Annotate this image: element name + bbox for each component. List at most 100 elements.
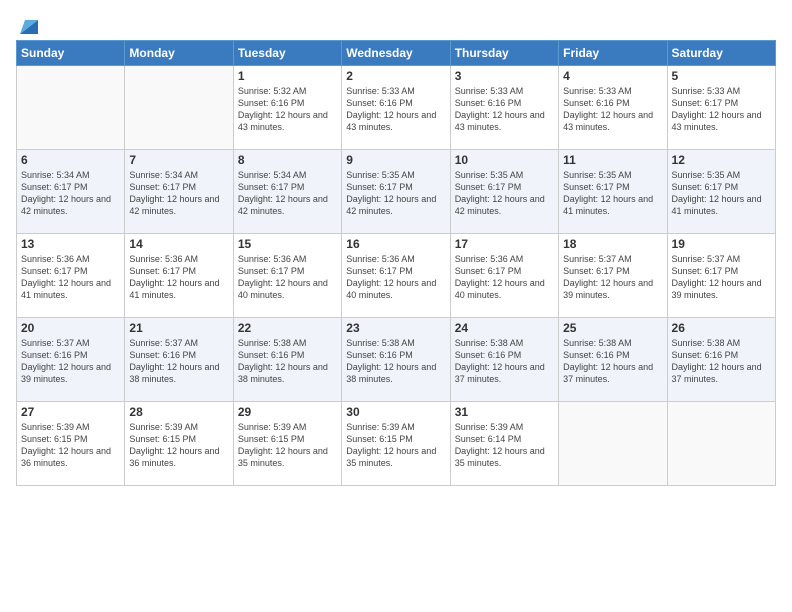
- day-info: Sunrise: 5:33 AM Sunset: 6:16 PM Dayligh…: [563, 86, 656, 132]
- day-number: 24: [455, 321, 554, 335]
- day-number: 28: [129, 405, 228, 419]
- day-cell: [667, 402, 775, 486]
- day-number: 12: [672, 153, 771, 167]
- week-row-3: 20 Sunrise: 5:37 AM Sunset: 6:16 PM Dayli…: [17, 318, 776, 402]
- week-row-2: 13 Sunrise: 5:36 AM Sunset: 6:17 PM Dayli…: [17, 234, 776, 318]
- weekday-header-sunday: Sunday: [17, 41, 125, 66]
- weekday-header-saturday: Saturday: [667, 41, 775, 66]
- day-cell: 15 Sunrise: 5:36 AM Sunset: 6:17 PM Dayli…: [233, 234, 341, 318]
- weekday-header-tuesday: Tuesday: [233, 41, 341, 66]
- day-cell: 7Sunrise: 5:34 AM Sunset: 6:17 PM Daylig…: [125, 150, 233, 234]
- weekday-header-monday: Monday: [125, 41, 233, 66]
- day-cell: 12 Sunrise: 5:35 AM Sunset: 6:17 PM Dayli…: [667, 150, 775, 234]
- day-number: 20: [21, 321, 120, 335]
- day-cell: 21 Sunrise: 5:37 AM Sunset: 6:16 PM Dayli…: [125, 318, 233, 402]
- day-info: Sunrise: 5:33 AM Sunset: 6:16 PM Dayligh…: [455, 86, 548, 132]
- day-cell: 29 Sunrise: 5:39 AM Sunset: 6:15 PM Dayli…: [233, 402, 341, 486]
- day-cell: 8 Sunrise: 5:34 AM Sunset: 6:17 PM Daylig…: [233, 150, 341, 234]
- day-number: 30: [346, 405, 445, 419]
- day-info: Sunrise: 5:38 AM Sunset: 6:16 PM Dayligh…: [455, 338, 548, 384]
- day-number: 16: [346, 237, 445, 251]
- day-info: Sunrise: 5:36 AM Sunset: 6:17 PM Dayligh…: [455, 254, 548, 300]
- day-info: Sunrise: 5:36 AM Sunset: 6:17 PM Dayligh…: [346, 254, 439, 300]
- week-row-1: 6Sunrise: 5:34 AM Sunset: 6:17 PM Daylig…: [17, 150, 776, 234]
- day-info: Sunrise: 5:35 AM Sunset: 6:17 PM Dayligh…: [346, 170, 439, 216]
- day-cell: 16 Sunrise: 5:36 AM Sunset: 6:17 PM Dayli…: [342, 234, 450, 318]
- day-number: 29: [238, 405, 337, 419]
- day-info: Sunrise: 5:38 AM Sunset: 6:16 PM Dayligh…: [238, 338, 331, 384]
- day-info: Sunrise: 5:37 AM Sunset: 6:17 PM Dayligh…: [563, 254, 656, 300]
- day-cell: 22 Sunrise: 5:38 AM Sunset: 6:16 PM Dayli…: [233, 318, 341, 402]
- day-info: Sunrise: 5:35 AM Sunset: 6:17 PM Dayligh…: [563, 170, 656, 216]
- day-number: 2: [346, 69, 445, 83]
- day-info: Sunrise: 5:37 AM Sunset: 6:16 PM Dayligh…: [129, 338, 222, 384]
- day-cell: 18 Sunrise: 5:37 AM Sunset: 6:17 PM Dayli…: [559, 234, 667, 318]
- day-info: Sunrise: 5:39 AM Sunset: 6:15 PM Dayligh…: [21, 422, 114, 468]
- day-info: Sunrise: 5:34 AM Sunset: 6:17 PM Dayligh…: [238, 170, 331, 216]
- day-number: 10: [455, 153, 554, 167]
- day-cell: 3 Sunrise: 5:33 AM Sunset: 6:16 PM Daylig…: [450, 66, 558, 150]
- day-cell: [17, 66, 125, 150]
- logo-icon: [20, 12, 38, 34]
- day-cell: 19Sunrise: 5:37 AM Sunset: 6:17 PM Dayli…: [667, 234, 775, 318]
- day-cell: 28Sunrise: 5:39 AM Sunset: 6:15 PM Dayli…: [125, 402, 233, 486]
- day-number: 1: [238, 69, 337, 83]
- day-cell: 30 Sunrise: 5:39 AM Sunset: 6:15 PM Dayli…: [342, 402, 450, 486]
- calendar-table: SundayMondayTuesdayWednesdayThursdayFrid…: [16, 40, 776, 486]
- day-number: 31: [455, 405, 554, 419]
- day-info: Sunrise: 5:38 AM Sunset: 6:16 PM Dayligh…: [672, 338, 765, 384]
- week-row-4: 27Sunrise: 5:39 AM Sunset: 6:15 PM Dayli…: [17, 402, 776, 486]
- day-info: Sunrise: 5:33 AM Sunset: 6:16 PM Dayligh…: [346, 86, 439, 132]
- day-info: Sunrise: 5:36 AM Sunset: 6:17 PM Dayligh…: [21, 254, 114, 300]
- day-info: Sunrise: 5:33 AM Sunset: 6:17 PM Dayligh…: [672, 86, 765, 132]
- day-cell: 27Sunrise: 5:39 AM Sunset: 6:15 PM Dayli…: [17, 402, 125, 486]
- day-info: Sunrise: 5:38 AM Sunset: 6:16 PM Dayligh…: [346, 338, 439, 384]
- day-cell: 10Sunrise: 5:35 AM Sunset: 6:17 PM Dayli…: [450, 150, 558, 234]
- day-number: 21: [129, 321, 228, 335]
- day-cell: 13 Sunrise: 5:36 AM Sunset: 6:17 PM Dayli…: [17, 234, 125, 318]
- day-cell: 11Sunrise: 5:35 AM Sunset: 6:17 PM Dayli…: [559, 150, 667, 234]
- day-info: Sunrise: 5:38 AM Sunset: 6:16 PM Dayligh…: [563, 338, 656, 384]
- day-info: Sunrise: 5:36 AM Sunset: 6:17 PM Dayligh…: [129, 254, 222, 300]
- day-info: Sunrise: 5:36 AM Sunset: 6:17 PM Dayligh…: [238, 254, 331, 300]
- day-number: 9: [346, 153, 445, 167]
- day-info: Sunrise: 5:39 AM Sunset: 6:15 PM Dayligh…: [238, 422, 331, 468]
- day-cell: 9 Sunrise: 5:35 AM Sunset: 6:17 PM Daylig…: [342, 150, 450, 234]
- day-number: 15: [238, 237, 337, 251]
- day-cell: 5 Sunrise: 5:33 AM Sunset: 6:17 PM Daylig…: [667, 66, 775, 150]
- day-cell: 14 Sunrise: 5:36 AM Sunset: 6:17 PM Dayli…: [125, 234, 233, 318]
- weekday-header-thursday: Thursday: [450, 41, 558, 66]
- day-cell: 17 Sunrise: 5:36 AM Sunset: 6:17 PM Dayli…: [450, 234, 558, 318]
- day-cell: [559, 402, 667, 486]
- day-number: 13: [21, 237, 120, 251]
- day-number: 14: [129, 237, 228, 251]
- day-number: 4: [563, 69, 662, 83]
- day-number: 25: [563, 321, 662, 335]
- day-number: 23: [346, 321, 445, 335]
- logo: [16, 12, 38, 34]
- weekday-header-row: SundayMondayTuesdayWednesdayThursdayFrid…: [17, 41, 776, 66]
- weekday-header-friday: Friday: [559, 41, 667, 66]
- day-number: 18: [563, 237, 662, 251]
- day-cell: [125, 66, 233, 150]
- day-cell: 6Sunrise: 5:34 AM Sunset: 6:17 PM Daylig…: [17, 150, 125, 234]
- header: [16, 12, 776, 34]
- day-number: 22: [238, 321, 337, 335]
- day-cell: 23 Sunrise: 5:38 AM Sunset: 6:16 PM Dayli…: [342, 318, 450, 402]
- day-cell: 25 Sunrise: 5:38 AM Sunset: 6:16 PM Dayli…: [559, 318, 667, 402]
- day-number: 5: [672, 69, 771, 83]
- weekday-header-wednesday: Wednesday: [342, 41, 450, 66]
- day-cell: 4 Sunrise: 5:33 AM Sunset: 6:16 PM Daylig…: [559, 66, 667, 150]
- day-number: 8: [238, 153, 337, 167]
- day-number: 17: [455, 237, 554, 251]
- day-cell: 20Sunrise: 5:37 AM Sunset: 6:16 PM Dayli…: [17, 318, 125, 402]
- day-number: 3: [455, 69, 554, 83]
- day-info: Sunrise: 5:39 AM Sunset: 6:14 PM Dayligh…: [455, 422, 548, 468]
- day-info: Sunrise: 5:39 AM Sunset: 6:15 PM Dayligh…: [346, 422, 439, 468]
- page: SundayMondayTuesdayWednesdayThursdayFrid…: [0, 0, 792, 612]
- day-info: Sunrise: 5:37 AM Sunset: 6:17 PM Dayligh…: [672, 254, 765, 300]
- day-info: Sunrise: 5:35 AM Sunset: 6:17 PM Dayligh…: [672, 170, 765, 216]
- day-info: Sunrise: 5:34 AM Sunset: 6:17 PM Dayligh…: [21, 170, 114, 216]
- day-info: Sunrise: 5:32 AM Sunset: 6:16 PM Dayligh…: [238, 86, 331, 132]
- day-cell: 24 Sunrise: 5:38 AM Sunset: 6:16 PM Dayli…: [450, 318, 558, 402]
